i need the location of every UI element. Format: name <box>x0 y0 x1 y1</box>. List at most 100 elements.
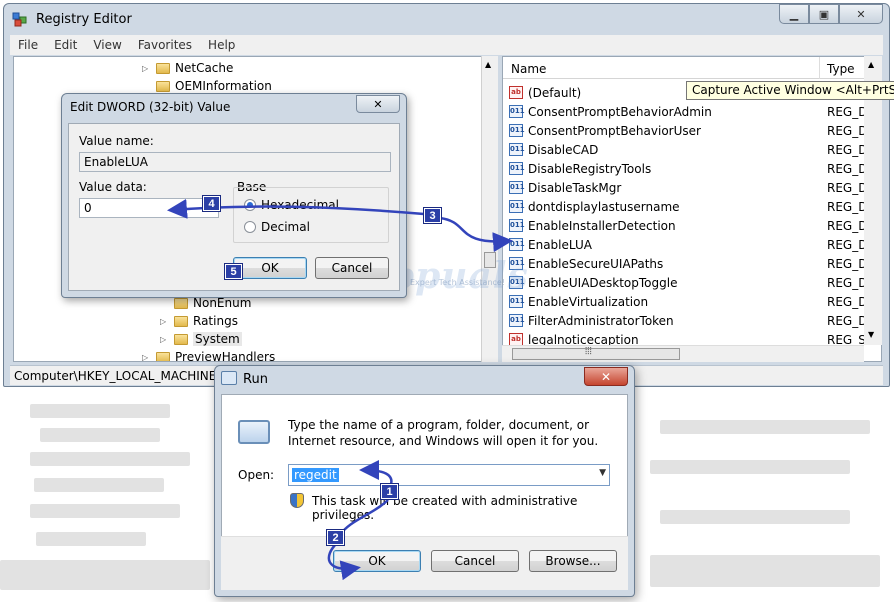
value-data-input[interactable]: 0 <box>79 198 219 218</box>
tree-item[interactable]: ▷ PreviewHandlers <box>142 348 275 362</box>
expand-icon[interactable]: ▷ <box>160 317 170 326</box>
open-combobox[interactable]: regedit ▼ <box>288 464 610 486</box>
decimal-radio[interactable]: Decimal <box>244 220 310 234</box>
step-badge-1: 1 <box>380 483 399 500</box>
menu-view[interactable]: View <box>85 38 129 52</box>
dword-value-icon: 011 <box>509 143 525 156</box>
column-name[interactable]: Name <box>511 62 546 76</box>
dialog-footer: OK Cancel Browse... <box>221 536 628 590</box>
minimize-icon: ▁ <box>789 7 799 21</box>
tree-item[interactable]: ▷ Ratings <box>160 312 238 330</box>
run-program-icon <box>238 420 270 444</box>
list-item[interactable]: 011 EnableLUA REG_DV <box>509 235 875 254</box>
menu-favorites[interactable]: Favorites <box>130 38 200 52</box>
hexadecimal-label: Hexadecimal <box>261 198 339 212</box>
value-name: EnableInstallerDetection <box>528 218 676 233</box>
expand-icon[interactable]: ▷ <box>160 335 170 344</box>
tree-item[interactable]: ▷ NetCache <box>142 59 233 77</box>
value-name-field: EnableLUA <box>79 152 391 172</box>
run-dialog: Run ✕ Type the name of a program, folder… <box>214 365 635 597</box>
run-description: Type the name of a program, folder, docu… <box>288 418 599 448</box>
admin-note: This task will be created with administr… <box>312 494 578 522</box>
status-path: Computer\HKEY_LOCAL_MACHINE\ <box>14 369 221 383</box>
scroll-thumb[interactable]: ⦙⦙⦙ <box>512 346 680 360</box>
dword-value-icon: 011 <box>509 200 525 213</box>
folder-icon <box>156 351 170 361</box>
value-data-text: 0 <box>84 201 92 215</box>
tree-item-label: System <box>193 332 242 346</box>
dword-value-icon: 011 <box>509 105 525 118</box>
cancel-button[interactable]: Cancel <box>315 257 389 279</box>
folder-icon <box>156 80 170 92</box>
title-bar[interactable]: Registry Editor ▁ ▣ ✕ <box>4 4 889 34</box>
registry-app-icon <box>12 12 27 27</box>
cancel-button[interactable]: Cancel <box>431 550 519 572</box>
value-name: DisableRegistryTools <box>528 161 652 176</box>
uac-shield-icon <box>290 493 304 508</box>
tooltip: Capture Active Window <Alt+PrtSc> <box>686 81 894 100</box>
close-button[interactable]: ✕ <box>839 4 883 24</box>
folder-icon <box>156 62 170 74</box>
value-name: (Default) <box>528 85 582 100</box>
radio-unchecked-icon <box>244 221 256 233</box>
list-item[interactable]: 011 EnableVirtualization REG_DV <box>509 292 875 311</box>
value-name: EnableVirtualization <box>528 294 649 309</box>
chevron-down-icon[interactable]: ▼ <box>599 468 606 478</box>
list-item[interactable]: 011 DisableRegistryTools REG_DV <box>509 159 875 178</box>
value-data-label: Value data: <box>79 180 147 194</box>
menu-edit[interactable]: Edit <box>46 38 85 52</box>
value-name: ConsentPromptBehaviorUser <box>528 123 701 138</box>
tree-item-label: OEMInformation <box>175 79 272 93</box>
ok-button[interactable]: OK <box>333 550 421 572</box>
blurred-text <box>34 478 164 492</box>
list-item[interactable]: 011 EnableInstallerDetection REG_DV <box>509 216 875 235</box>
list-item[interactable]: 011 EnableSecureUIAPaths REG_DV <box>509 254 875 273</box>
value-name: EnableSecureUIAPaths <box>528 256 664 271</box>
menu-help[interactable]: Help <box>200 38 243 52</box>
column-divider <box>819 57 820 79</box>
list-item[interactable]: 011 DisableTaskMgr REG_DV <box>509 178 875 197</box>
open-combobox-value: regedit <box>292 468 339 482</box>
list-item[interactable]: 011 dontdisplaylastusername REG_DV <box>509 197 875 216</box>
browse-button[interactable]: Browse... <box>529 550 617 572</box>
dialog-close-button[interactable]: ✕ <box>356 95 400 113</box>
blurred-text <box>30 452 190 466</box>
minimize-button[interactable]: ▁ <box>779 4 809 24</box>
tree-item-selected[interactable]: ▷ System <box>160 330 242 348</box>
blurred-text <box>650 460 850 474</box>
value-list[interactable]: Name Type ab(Default)REG_SZ011ConsentPro… <box>502 56 882 362</box>
dword-value-icon: 011 <box>509 314 525 327</box>
scroll-up-icon[interactable]: ▲ <box>485 60 491 69</box>
ok-button[interactable]: OK <box>233 257 307 279</box>
value-name: ConsentPromptBehaviorAdmin <box>528 104 712 119</box>
dword-value-icon: 011 <box>509 181 525 194</box>
list-item[interactable]: 011 DisableCAD REG_DV <box>509 140 875 159</box>
tree-item-label: NetCache <box>175 61 234 75</box>
string-value-icon: ab <box>509 86 523 99</box>
scroll-down-icon[interactable]: ▼ <box>868 330 874 339</box>
expand-icon[interactable]: ▷ <box>142 353 152 362</box>
list-horizontal-scrollbar[interactable]: ⦙⦙⦙ <box>502 345 864 362</box>
dialog-close-button[interactable]: ✕ <box>584 367 628 386</box>
menu-file[interactable]: File <box>10 38 46 52</box>
column-type[interactable]: Type <box>827 62 855 76</box>
list-item[interactable]: 011 FilterAdministratorToken REG_DV <box>509 311 875 330</box>
maximize-icon: ▣ <box>818 7 830 21</box>
blurred-text <box>660 420 870 434</box>
scroll-up-icon[interactable]: ▲ <box>868 60 874 69</box>
blurred-text <box>0 560 210 590</box>
tree-scrollbar[interactable]: ▲ <box>481 56 498 362</box>
menu-bar: File Edit View Favorites Help <box>10 35 883 55</box>
step-badge-2: 2 <box>326 529 345 546</box>
expand-icon[interactable]: ▷ <box>142 64 152 73</box>
dword-value-icon: 011 <box>509 238 525 251</box>
dialog-title: Edit DWORD (32-bit) Value <box>70 100 231 114</box>
tree-item-label: NonEnum <box>193 296 252 310</box>
hexadecimal-radio[interactable]: Hexadecimal <box>244 198 339 212</box>
list-item[interactable]: 011 ConsentPromptBehaviorUser REG_DV <box>509 121 875 140</box>
close-icon: ✕ <box>600 369 612 384</box>
maximize-button[interactable]: ▣ <box>809 4 839 24</box>
list-item[interactable]: 011 EnableUIADesktopToggle REG_DV <box>509 273 875 292</box>
value-name: DisableTaskMgr <box>528 180 622 195</box>
list-item[interactable]: 011 ConsentPromptBehaviorAdmin REG_DV <box>509 102 875 121</box>
